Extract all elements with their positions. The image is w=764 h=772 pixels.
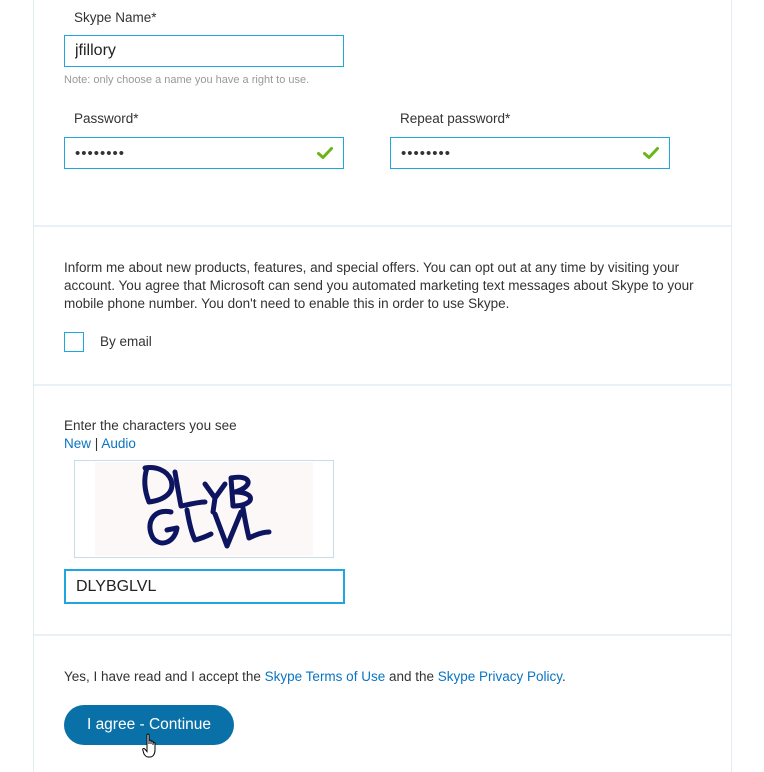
- captcha-links: New | Audio: [64, 436, 136, 451]
- terms-suffix: .: [562, 669, 566, 684]
- captcha-image: [95, 462, 313, 556]
- skype-name-input[interactable]: [75, 42, 333, 60]
- terms-prefix: Yes, I have read and I accept the: [64, 669, 265, 684]
- section-divider: [34, 225, 731, 227]
- repeat-password-field[interactable]: ••••••••: [390, 137, 670, 169]
- section-divider: [34, 384, 731, 386]
- captcha-field[interactable]: [64, 569, 345, 604]
- terms-middle: and the: [385, 669, 438, 684]
- captcha-audio-link[interactable]: Audio: [101, 436, 136, 451]
- skype-name-label: Skype Name*: [74, 10, 157, 25]
- captcha-distorted-text: [142, 465, 272, 549]
- skype-name-field[interactable]: [64, 35, 344, 67]
- by-email-label: By email: [100, 334, 152, 349]
- by-email-checkbox[interactable]: [64, 332, 84, 352]
- repeat-password-input[interactable]: ••••••••: [401, 145, 451, 162]
- captcha-image-frame: [74, 460, 334, 558]
- marketing-consent-text: Inform me about new products, features, …: [64, 260, 694, 311]
- skype-name-note: Note: only choose a name you have a righ…: [64, 74, 310, 86]
- captcha-new-link[interactable]: New: [64, 436, 91, 451]
- captcha-link-separator: |: [94, 436, 99, 451]
- captcha-input[interactable]: [76, 577, 333, 596]
- section-divider: [34, 634, 731, 636]
- terms-text: Yes, I have read and I accept the Skype …: [64, 668, 566, 686]
- checkmark-icon: [643, 147, 659, 159]
- captcha-prompt: Enter the characters you see: [64, 418, 237, 433]
- terms-of-use-link[interactable]: Skype Terms of Use: [265, 669, 386, 684]
- privacy-policy-link[interactable]: Skype Privacy Policy: [438, 669, 562, 684]
- checkmark-icon: [317, 147, 333, 159]
- password-input[interactable]: ••••••••: [75, 145, 125, 162]
- signup-form-card: Skype Name* Note: only choose a name you…: [33, 0, 732, 772]
- hand-pointer-cursor-icon: [142, 733, 156, 758]
- password-field[interactable]: ••••••••: [64, 137, 344, 169]
- password-label: Password*: [74, 111, 139, 126]
- repeat-password-label: Repeat password*: [400, 111, 511, 126]
